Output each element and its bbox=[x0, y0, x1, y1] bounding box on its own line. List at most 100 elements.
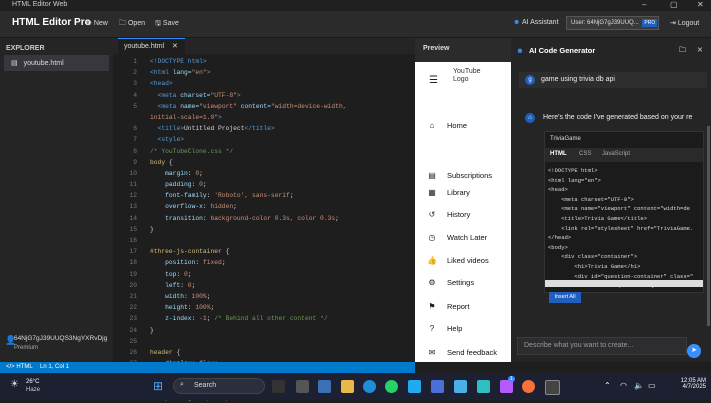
preview-panel: Preview ☰ YouTube Logo ⌂ Home ▤ Subscriptio… bbox=[415, 38, 511, 362]
wifi-icon[interactable]: ◠ bbox=[620, 381, 627, 390]
status-bar: </> HTML Ln 1, Col 1 bbox=[0, 362, 415, 373]
line-number: 22 bbox=[129, 304, 137, 312]
new-button[interactable]: ⊕ New bbox=[86, 19, 108, 27]
ai-title: AI Code Generator bbox=[529, 46, 596, 55]
ai-avatar-icon: ⌂ bbox=[525, 113, 535, 123]
robot-icon: ☻ bbox=[516, 46, 524, 55]
line-number: 13 bbox=[129, 203, 137, 211]
line-number: 23 bbox=[129, 315, 137, 323]
preview-nav-item[interactable]: ▦ Library bbox=[427, 188, 470, 197]
line-number: 17 bbox=[129, 248, 137, 256]
explorer-title: EXPLORER bbox=[6, 45, 45, 52]
cloud-icon[interactable] bbox=[454, 380, 467, 393]
preview-nav-item[interactable]: ↺ History bbox=[427, 210, 471, 219]
line-text: left: 0; bbox=[150, 281, 196, 289]
taskbar-search[interactable]: ⌕ Search bbox=[173, 378, 265, 394]
send-button[interactable]: ➤ bbox=[687, 344, 701, 358]
code-tab-css[interactable]: CSS bbox=[579, 151, 591, 157]
file-name: youtube.html bbox=[23, 60, 64, 67]
save-button[interactable]: 🖫 Save bbox=[155, 19, 179, 30]
pro-badge: PRO bbox=[642, 19, 658, 27]
preview-nav-item[interactable]: ⌂ Home bbox=[427, 121, 467, 130]
whatsapp-icon[interactable] bbox=[385, 380, 398, 393]
ai-scrollbar[interactable] bbox=[707, 126, 710, 326]
preview-header: Preview bbox=[415, 38, 511, 62]
settings-icon[interactable] bbox=[318, 380, 331, 393]
open-label: Open bbox=[127, 20, 146, 27]
maximize-button[interactable]: ▢ bbox=[670, 0, 678, 9]
logout-button[interactable]: ⇥ Logout bbox=[670, 19, 699, 27]
code-line: 15} bbox=[113, 224, 415, 235]
close-window-button[interactable]: ✕ bbox=[697, 0, 704, 9]
code-box-title: TriviaGame bbox=[550, 136, 581, 142]
windows-start-icon[interactable]: ⊞ bbox=[153, 379, 163, 393]
browser-icon[interactable] bbox=[522, 380, 535, 393]
horizontal-scrollbar[interactable] bbox=[545, 280, 703, 287]
folder-icon[interactable] bbox=[341, 380, 354, 393]
preview-nav-item[interactable]: ? Help bbox=[427, 324, 463, 333]
ai-prompt-input[interactable]: Describe what you want to create... bbox=[517, 337, 687, 355]
volume-icon[interactable]: 🔈 bbox=[634, 381, 644, 390]
minimize-button[interactable]: – bbox=[642, 0, 646, 9]
preview-nav-item[interactable]: ◷ Watch Later bbox=[427, 233, 488, 242]
preview-nav-item[interactable]: 👍 Liked videos bbox=[427, 256, 489, 265]
preview-nav-item[interactable]: ⚑ Report bbox=[427, 302, 469, 311]
line-number: 8 bbox=[133, 147, 137, 155]
file-explorer-icon[interactable] bbox=[272, 380, 285, 393]
nav-icon: ↺ bbox=[428, 210, 436, 219]
code-line: 24} bbox=[113, 325, 415, 336]
code-line: 25 bbox=[113, 336, 415, 347]
app-brand: HTML Editor Pro bbox=[12, 17, 91, 28]
preview-nav-item[interactable]: ▤ Subscriptions bbox=[427, 171, 492, 180]
code-tab-html[interactable]: HTML bbox=[550, 151, 567, 157]
hamburger-icon[interactable]: ☰ bbox=[429, 75, 438, 86]
terminal-icon[interactable] bbox=[477, 380, 490, 393]
line-text: width: 100%; bbox=[150, 292, 211, 300]
ai-reply-text: Here's the code I've generated based on … bbox=[543, 114, 693, 121]
file-item[interactable]: ▤ youtube.html bbox=[4, 55, 109, 71]
ai-assistant-button[interactable]: ☻ AI Assistant bbox=[513, 19, 559, 26]
line-number: 2 bbox=[133, 69, 137, 77]
vscode-icon[interactable] bbox=[408, 380, 421, 393]
taskbar-clock[interactable]: 12:05 AM 4/7/2025 bbox=[661, 378, 706, 390]
preview-nav-item[interactable]: ⚙ Settings bbox=[427, 278, 474, 287]
close-icon[interactable]: ✕ bbox=[697, 46, 703, 54]
weather-temp[interactable]: 26°C bbox=[26, 379, 39, 385]
line-text: <title>Untitled Project</title> bbox=[150, 125, 275, 133]
code-tab-javascript[interactable]: JavaScript bbox=[602, 151, 630, 157]
user-chip[interactable]: User: 64NjG7gJ39UUQ... PRO bbox=[566, 16, 659, 30]
code-line: 22 height: 100%; bbox=[113, 302, 415, 313]
preview-nav-item[interactable]: ✉ Send feedback bbox=[427, 348, 497, 357]
open-button[interactable]: 🗀 Open bbox=[119, 19, 145, 30]
logout-icon: ⇥ bbox=[670, 20, 676, 27]
code-box-tabs: HTML CSS JavaScript bbox=[545, 148, 703, 162]
user-message: g game using trivia db api bbox=[519, 72, 707, 88]
line-number: 5 bbox=[133, 102, 137, 110]
code-line: 18 position: fixed; bbox=[113, 257, 415, 268]
nav-icon: ▦ bbox=[428, 188, 436, 197]
robot-icon: ☻ bbox=[513, 19, 521, 26]
battery-icon[interactable]: ▭ bbox=[648, 381, 656, 390]
line-text: } bbox=[150, 225, 154, 233]
code-line: 10 margin: 0; bbox=[113, 168, 415, 179]
app-icon[interactable] bbox=[431, 380, 444, 393]
insert-all-button[interactable]: Insert All bbox=[549, 292, 581, 303]
code-area[interactable]: 1 <!DOCTYPE html> 2 <html lang="en"> 3 <head>… bbox=[113, 56, 415, 403]
close-tab-icon[interactable]: ✕ bbox=[172, 43, 178, 50]
search-label: Search bbox=[194, 382, 217, 389]
line-text: <head> bbox=[150, 80, 173, 88]
nav-icon: ⚑ bbox=[428, 302, 436, 311]
line-text: margin: 0; bbox=[150, 169, 203, 177]
chevron-up-icon[interactable]: ⌃ bbox=[604, 381, 611, 390]
folder-icon[interactable]: 🗀 bbox=[679, 46, 686, 57]
html-editor-app-icon[interactable] bbox=[545, 380, 560, 395]
generated-code-line: <meta charset="UTF-8"> bbox=[548, 195, 634, 203]
tab-youtube-html[interactable]: youtube.html ✕ bbox=[118, 38, 185, 54]
generated-code-line: </head> bbox=[548, 234, 572, 242]
task-view-icon[interactable] bbox=[296, 380, 309, 393]
line-number: 15 bbox=[129, 225, 137, 233]
edge-icon[interactable] bbox=[363, 380, 376, 393]
code-line: 14 transition: background-color 0.3s, co… bbox=[113, 213, 415, 224]
nav-icon: ? bbox=[429, 324, 435, 333]
generated-code-line: <link rel="stylesheet" href="TriviaGame. bbox=[548, 224, 694, 232]
